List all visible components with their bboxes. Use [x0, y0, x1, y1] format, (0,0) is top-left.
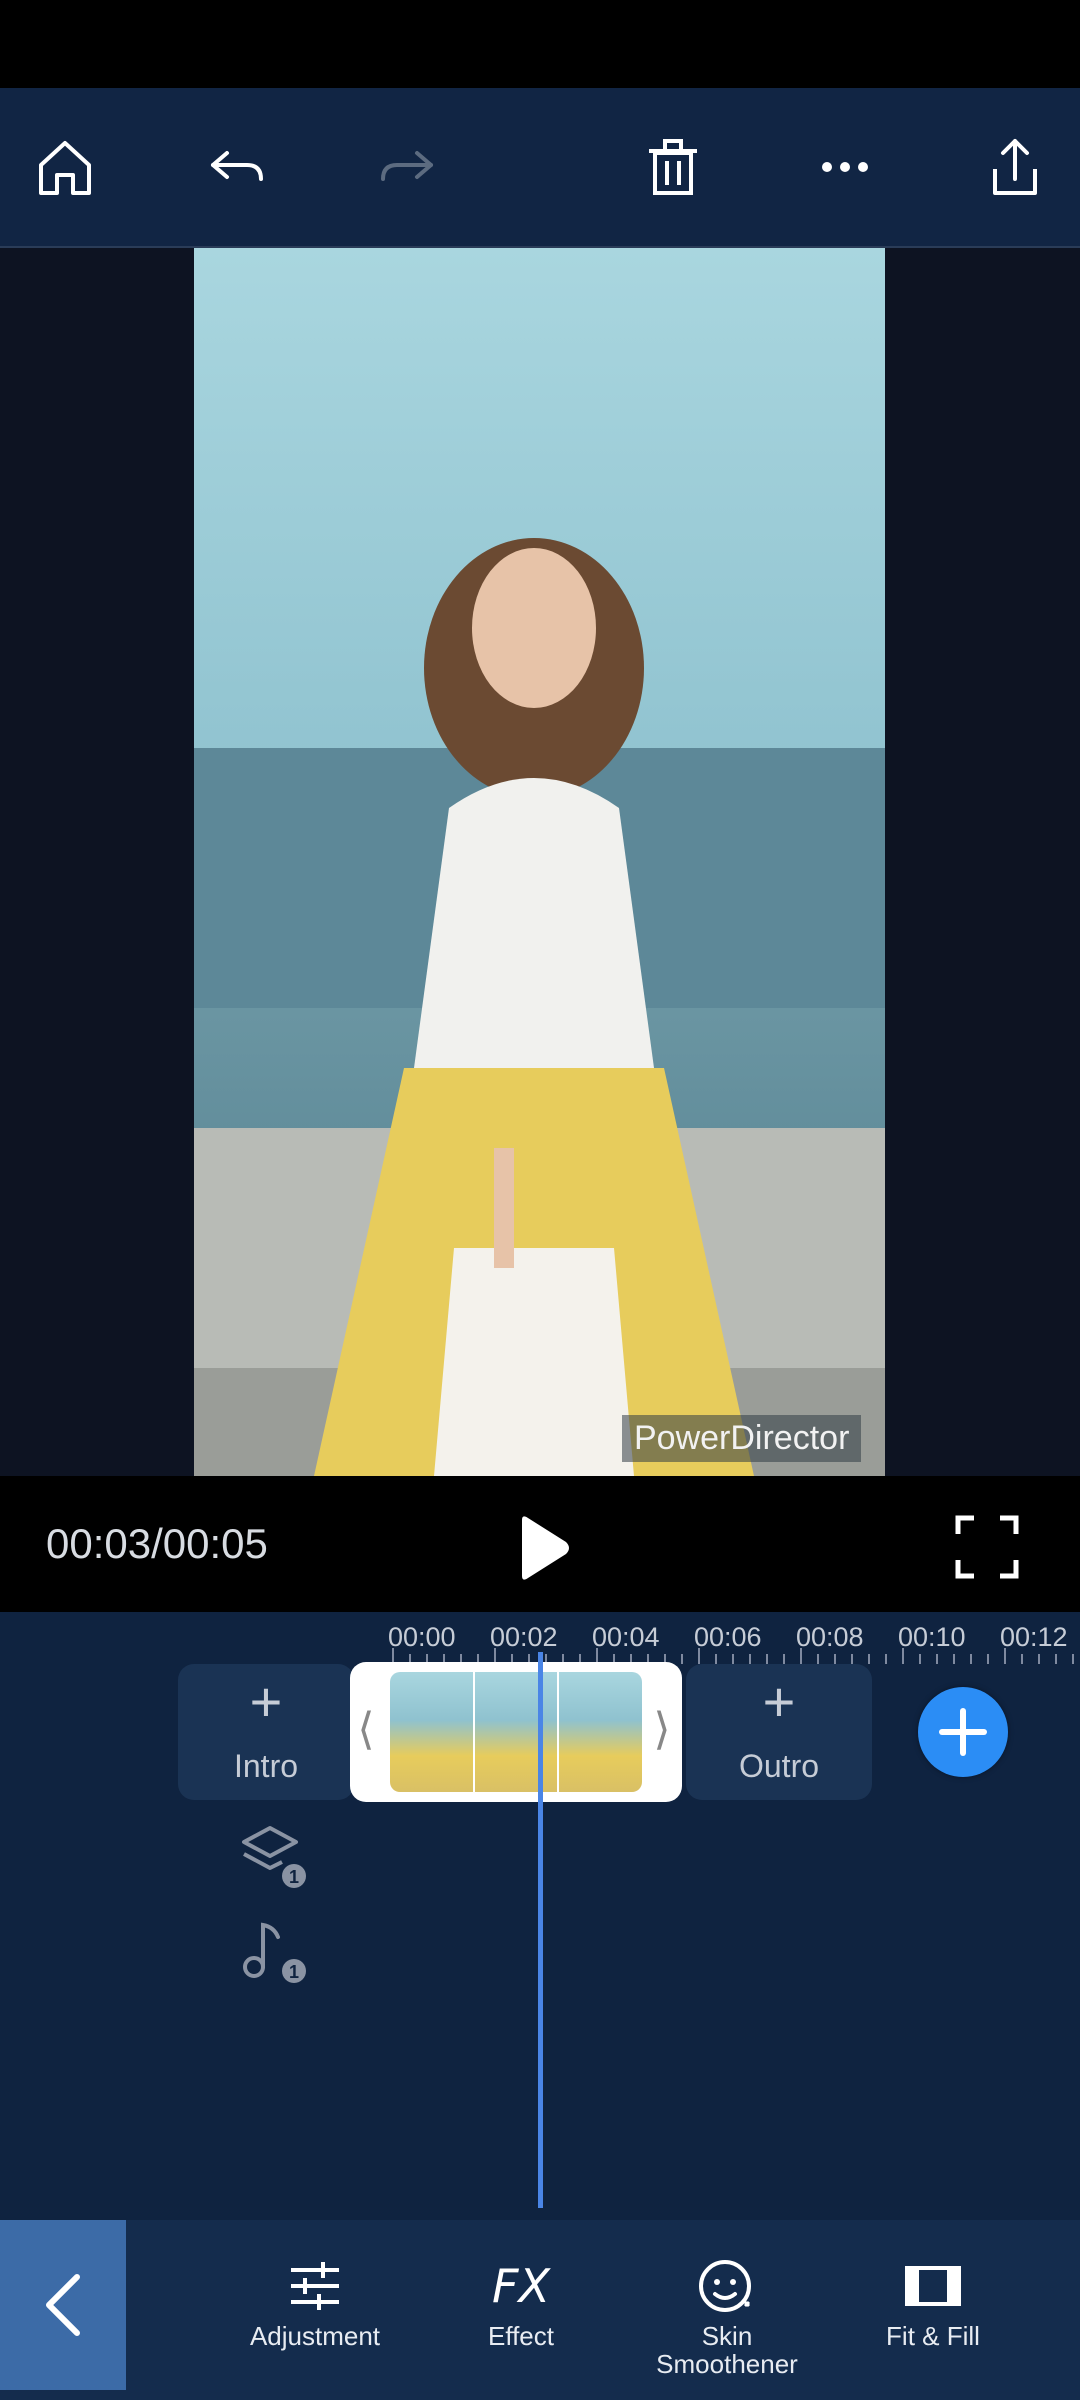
intro-label: Intro	[233, 1748, 299, 1784]
ruler-tick-label: 00:04	[592, 1622, 660, 1652]
adjustment-label: Adjustment	[249, 2321, 381, 2351]
ruler-tick-label: 00:00	[388, 1622, 456, 1652]
redo-icon	[381, 151, 433, 181]
ruler-tick	[715, 1654, 717, 1664]
ruler-tick	[970, 1654, 972, 1664]
play-icon	[522, 1516, 569, 1580]
music-count: 1	[289, 1962, 299, 1982]
layer-count: 1	[289, 1867, 299, 1887]
music-note-icon: 1	[243, 1922, 306, 1983]
ruler-tick	[800, 1648, 802, 1664]
plus-icon	[939, 1708, 987, 1756]
redo-button[interactable]	[352, 88, 462, 246]
clip-thumbnail	[559, 1672, 642, 1792]
more-button[interactable]	[790, 88, 900, 246]
trash-icon	[649, 139, 697, 195]
export-button[interactable]	[960, 88, 1070, 246]
fx-icon: FX	[492, 2259, 550, 2313]
ruler-tick	[732, 1654, 734, 1664]
plus-icon: +	[249, 1670, 283, 1733]
more-icon	[822, 162, 868, 172]
ruler-tick	[766, 1654, 768, 1664]
ruler-tick	[698, 1648, 700, 1664]
ruler-tick	[936, 1654, 938, 1664]
add-intro-button[interactable]: + Intro	[178, 1664, 354, 1800]
clip-thumbnail	[474, 1672, 560, 1792]
clip-trim-left-handle[interactable]: ⟨	[356, 1700, 376, 1760]
undo-icon	[211, 151, 263, 181]
skin-smoothener-label: Skin Smoothener	[656, 2321, 798, 2379]
overlay-track-button[interactable]: 1	[238, 1820, 308, 1890]
ruler-tick	[834, 1654, 836, 1664]
back-button[interactable]	[0, 2220, 126, 2390]
fit-fill-label: Fit & Fill	[886, 2321, 980, 2351]
effect-label: Effect	[487, 2321, 554, 2351]
ruler-tick	[953, 1654, 955, 1664]
home-button[interactable]	[10, 88, 120, 246]
ruler-tick	[817, 1654, 819, 1664]
ruler-tick-label: 00:12	[1000, 1622, 1068, 1652]
ruler-tick	[1038, 1654, 1040, 1664]
ruler-tick	[902, 1648, 904, 1664]
effect-tool[interactable]: FX Effect	[436, 2256, 606, 2350]
watermark: PowerDirector	[622, 1415, 862, 1462]
ruler-tick	[681, 1654, 683, 1664]
share-icon	[993, 139, 1037, 195]
add-media-button[interactable]	[918, 1687, 1008, 1777]
skin-smoothener-tool[interactable]: Skin Smoothener	[642, 2256, 812, 2378]
ruler-tick	[868, 1654, 870, 1664]
ruler-tick	[1004, 1648, 1006, 1664]
ruler-tick	[1055, 1654, 1057, 1664]
top-toolbar	[0, 88, 1080, 248]
play-button[interactable]	[504, 1510, 580, 1586]
fullscreen-button[interactable]	[952, 1512, 1022, 1582]
fullscreen-icon	[955, 1515, 1019, 1579]
preview-image	[194, 248, 885, 1476]
ruler-tick-label: 00:10	[898, 1622, 966, 1652]
fit-fill-icon	[905, 2266, 961, 2306]
plus-icon: +	[762, 1670, 796, 1733]
fit-fill-tool[interactable]: Fit & Fill	[848, 2256, 1018, 2350]
adjustment-tool[interactable]: Adjustment	[230, 2256, 400, 2350]
ruler-tick	[851, 1654, 853, 1664]
ruler-tick	[1072, 1654, 1074, 1664]
status-bar	[0, 0, 1080, 88]
undo-button[interactable]	[182, 88, 292, 246]
smiley-face-icon	[699, 2260, 751, 2312]
sliders-icon	[291, 2262, 339, 2310]
clip-thumbnail	[390, 1672, 475, 1792]
ruler-tick	[919, 1654, 921, 1664]
home-icon	[39, 141, 91, 195]
ruler-tick-label: 00:06	[694, 1622, 762, 1652]
ruler-tick	[783, 1654, 785, 1664]
ruler-tick	[987, 1654, 989, 1664]
clip-trim-right-handle[interactable]: ⟩	[652, 1700, 672, 1760]
ruler-tick	[885, 1654, 887, 1664]
ruler-tick-label: 00:02	[490, 1622, 558, 1652]
delete-button[interactable]	[618, 88, 728, 246]
layers-icon: 1	[242, 1826, 306, 1888]
time-display: 00:03/00:05	[46, 1520, 268, 1567]
playhead[interactable]	[538, 1652, 543, 2208]
ruler-tick-label: 00:08	[796, 1622, 864, 1652]
outro-label: Outro	[738, 1748, 820, 1784]
ruler-tick	[749, 1654, 751, 1664]
ruler-tick	[1021, 1654, 1023, 1664]
add-outro-button[interactable]: + Outro	[686, 1664, 872, 1800]
music-track-button[interactable]: 1	[238, 1915, 308, 1985]
chevron-left-icon	[46, 2274, 80, 2336]
clip-thumbnails	[390, 1672, 642, 1792]
